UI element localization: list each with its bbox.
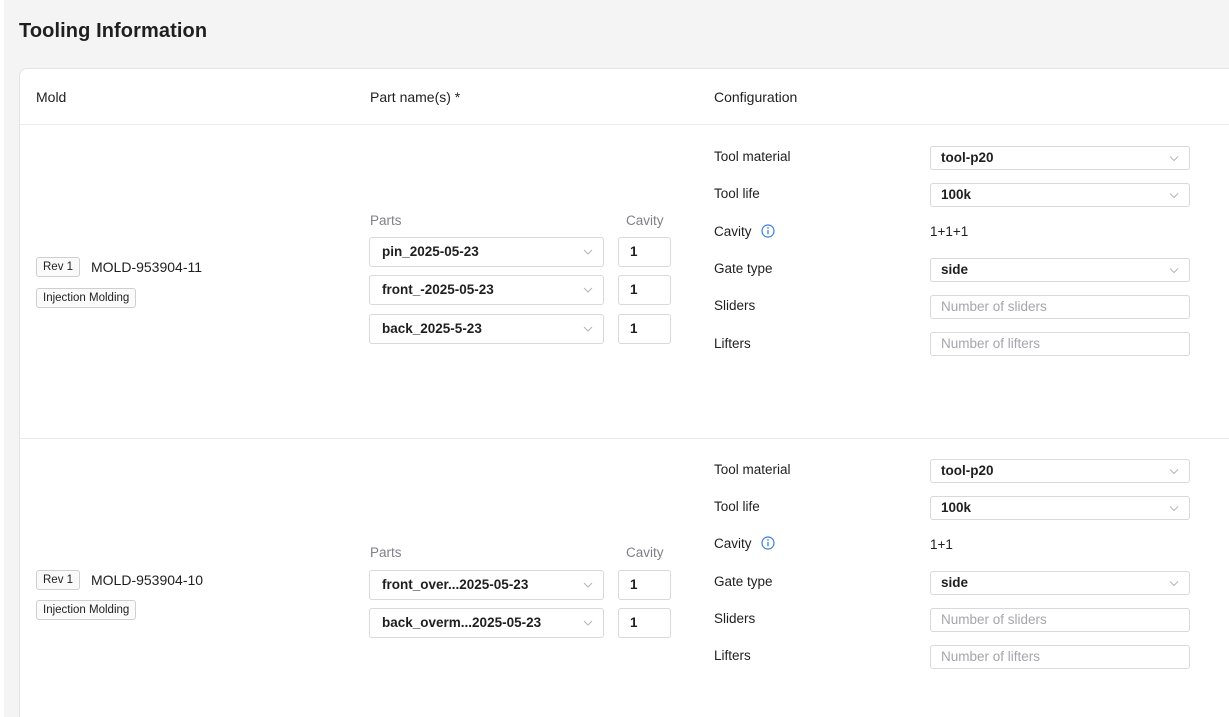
part-select[interactable]: back_overm...2025-05-23 [369, 608, 604, 638]
chevron-down-icon [583, 582, 593, 588]
header-part-names: Part name(s) * [370, 89, 461, 105]
cavity-label: Cavity [626, 213, 664, 228]
gate-type-label: Gate type [714, 574, 773, 589]
part-name: front_over...2025-05-23 [382, 577, 529, 592]
parts-label: Parts [370, 545, 402, 560]
tool-life-value: 100k [941, 187, 972, 202]
chevron-down-icon [1169, 506, 1179, 512]
header-mold: Mold [36, 89, 67, 105]
cavity-input[interactable]: 1 [618, 314, 671, 344]
part-name: pin_2025-05-23 [382, 244, 479, 259]
chevron-down-icon [583, 287, 593, 293]
process-badge: Injection Molding [36, 288, 137, 308]
tool-life-select[interactable]: 100k [930, 183, 1190, 207]
cavity-config-value: 1+1+1 [930, 224, 969, 239]
part-name: front_-2025-05-23 [382, 282, 494, 297]
cavity-config-label: Cavity [714, 224, 752, 239]
part-select[interactable]: back_2025-5-23 [369, 314, 604, 344]
chevron-down-icon [1169, 193, 1179, 199]
tooling-page: Tooling Information Mold Part name(s) * … [0, 0, 1229, 717]
parts-label: Parts [370, 213, 402, 228]
tooling-table: Mold Part name(s) * Configuration Rev 1 … [19, 68, 1229, 717]
tool-material-label: Tool material [714, 149, 791, 164]
table-header: Mold Part name(s) * Configuration [20, 69, 1229, 125]
part-name: back_overm...2025-05-23 [382, 615, 542, 630]
chevron-down-icon [1169, 156, 1179, 162]
mold-id: MOLD-953904-11 [91, 259, 203, 275]
lifters-input[interactable]: Number of lifters [930, 332, 1190, 356]
cavity-config-value: 1+1 [930, 537, 953, 552]
tool-material-select[interactable]: tool-p20 [930, 459, 1190, 483]
revision-badge: Rev 1 [36, 257, 81, 277]
tool-material-value: tool-p20 [941, 463, 994, 478]
gate-type-value: side [941, 262, 969, 277]
revision-badge: Rev 1 [36, 570, 81, 590]
cavity-input[interactable]: 1 [618, 570, 671, 600]
tool-life-label: Tool life [714, 186, 760, 201]
cavity-input[interactable]: 1 [618, 608, 671, 638]
cavity-label: Cavity [626, 545, 664, 560]
part-name: back_2025-5-23 [382, 321, 482, 336]
chevron-down-icon [1169, 581, 1179, 587]
page-title: Tooling Information [19, 20, 208, 42]
gate-type-select[interactable]: side [930, 571, 1190, 595]
lifters-input[interactable]: Number of lifters [930, 645, 1190, 669]
tool-material-select[interactable]: tool-p20 [930, 146, 1190, 170]
tool-life-select[interactable]: 100k [930, 496, 1190, 520]
sliders-input[interactable]: Number of sliders [930, 295, 1190, 319]
cavity-config-label: Cavity [714, 536, 752, 551]
chevron-down-icon [583, 326, 593, 332]
sliders-input[interactable]: Number of sliders [930, 608, 1190, 632]
process-badge: Injection Molding [36, 600, 137, 620]
part-select[interactable]: front_-2025-05-23 [369, 275, 604, 305]
header-configuration: Configuration [714, 89, 798, 105]
info-icon[interactable] [761, 224, 775, 238]
gate-type-label: Gate type [714, 261, 773, 276]
tool-life-label: Tool life [714, 499, 760, 514]
tool-material-label: Tool material [714, 462, 791, 477]
chevron-down-icon [583, 249, 593, 255]
tool-material-value: tool-p20 [941, 150, 994, 165]
table-row: Rev 1 MOLD-953904-11 Injection Molding P… [20, 125, 1229, 438]
mold-id: MOLD-953904-10 [91, 572, 204, 588]
gate-type-select[interactable]: side [930, 258, 1190, 282]
gate-type-value: side [941, 575, 969, 590]
sliders-label: Sliders [714, 298, 756, 313]
cavity-input[interactable]: 1 [618, 275, 671, 305]
lifters-label: Lifters [714, 336, 751, 351]
chevron-down-icon [1169, 268, 1179, 274]
sliders-label: Sliders [714, 611, 756, 626]
tool-life-value: 100k [941, 500, 972, 515]
part-select[interactable]: front_over...2025-05-23 [369, 570, 604, 600]
lifters-label: Lifters [714, 648, 751, 663]
chevron-down-icon [583, 620, 593, 626]
part-select[interactable]: pin_2025-05-23 [369, 237, 604, 267]
table-row: Rev 1 MOLD-953904-10 Injection Molding P… [20, 439, 1229, 717]
chevron-down-icon [1169, 469, 1179, 475]
cavity-input[interactable]: 1 [618, 237, 671, 267]
left-edge [0, 0, 4, 717]
info-icon[interactable] [761, 536, 775, 550]
